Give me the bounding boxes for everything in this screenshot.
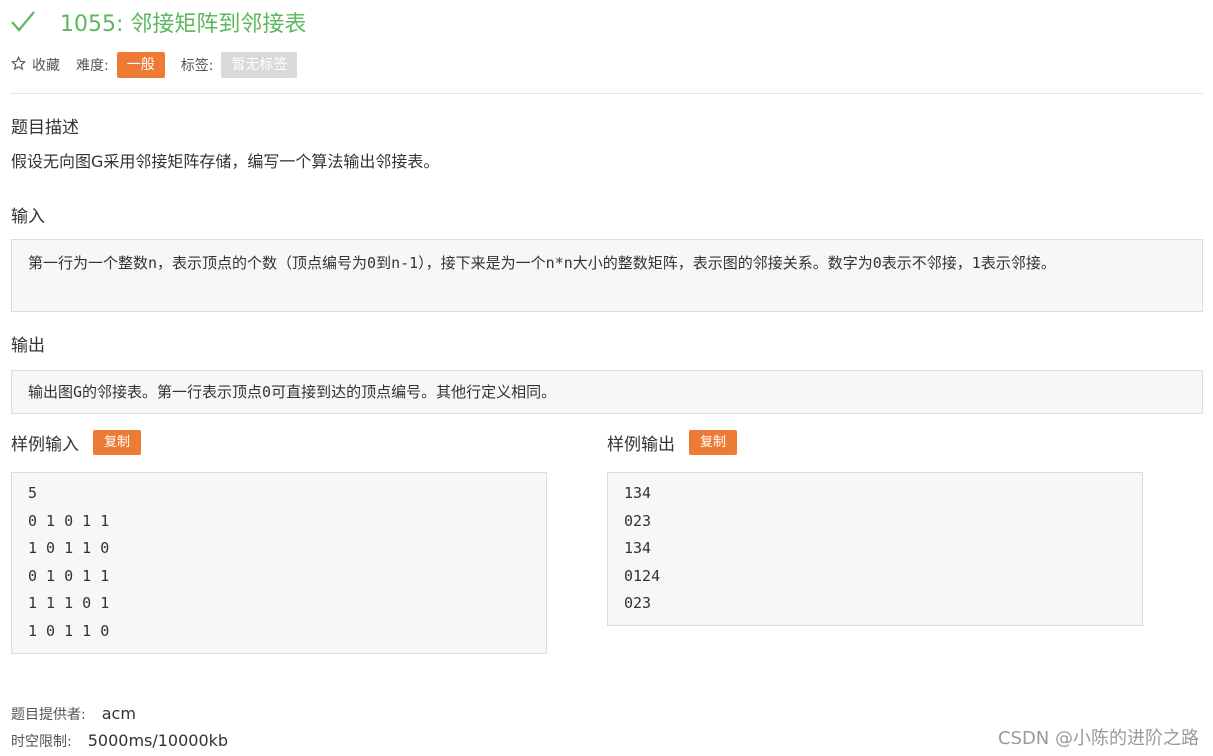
problem-title-row: 1055: 邻接矩阵到邻接表 <box>10 6 306 38</box>
watermark: CSDN @小陈的进阶之路 <box>997 728 1199 749</box>
provider-label: 题目提供者: <box>11 707 86 723</box>
favorite-label: 收藏 <box>32 58 60 74</box>
sample-output-line: 023 <box>624 594 652 612</box>
provider-row: 题目提供者: acm <box>11 704 136 724</box>
input-description-box: 第一行为一个整数n，表示顶点的个数（顶点编号为0到n-1），接下来是为一个n*n… <box>11 239 1203 312</box>
favorite-button[interactable]: 收藏 <box>10 55 60 75</box>
input-heading: 输入 <box>11 207 45 227</box>
output-description-text: 输出图G的邻接表。第一行表示顶点0可直接到达的顶点编号。其他行定义相同。 <box>28 383 557 401</box>
sample-input-box: 5 0 1 0 1 1 1 0 1 1 0 0 1 0 1 1 1 1 1 0 … <box>11 472 547 654</box>
problem-meta: 收藏 难度: 一般 标签: 暂无标签 <box>10 52 298 78</box>
sample-output-heading: 样例输出 <box>607 435 675 455</box>
sample-output-line: 023 <box>624 511 652 530</box>
sample-output-line: 134 <box>624 539 652 557</box>
tags-label: 标签: <box>180 58 214 74</box>
sample-input-line: 0 1 0 1 1 <box>28 511 110 530</box>
difficulty-badge[interactable]: 一般 <box>116 52 165 78</box>
copy-sample-output-button[interactable]: 复制 <box>689 430 738 455</box>
sample-input-line: 5 <box>28 484 38 502</box>
limit-row: 时空限制: 5000ms/10000kb <box>11 731 228 751</box>
provider-value: acm <box>101 704 136 723</box>
description-heading: 题目描述 <box>11 118 79 138</box>
sample-input-line: 0 1 0 1 1 <box>28 566 110 585</box>
description-text: 假设无向图G采用邻接矩阵存储，编写一个算法输出邻接表。 <box>11 152 440 171</box>
problem-title: 1055: 邻接矩阵到邻接表 <box>60 12 307 37</box>
input-description-text: 第一行为一个整数n，表示顶点的个数（顶点编号为0到n-1），接下来是为一个n*n… <box>28 254 1056 272</box>
sample-output-header: 样例输出 复制 <box>607 430 738 455</box>
sample-input-heading: 样例输入 <box>11 435 79 455</box>
sample-input-line: 1 0 1 1 0 <box>28 621 110 640</box>
output-description-box: 输出图G的邻接表。第一行表示顶点0可直接到达的顶点编号。其他行定义相同。 <box>11 370 1203 414</box>
tags-badge: 暂无标签 <box>221 52 298 78</box>
check-icon <box>10 9 36 35</box>
sample-input-line: 1 1 1 0 1 <box>28 594 110 612</box>
sample-output-line: 0124 <box>624 566 661 585</box>
sample-input-line: 1 0 1 1 0 <box>28 539 110 557</box>
difficulty-label: 难度: <box>76 58 109 74</box>
output-heading: 输出 <box>11 336 45 356</box>
copy-sample-input-button[interactable]: 复制 <box>93 430 142 455</box>
divider <box>10 93 1203 94</box>
star-icon <box>10 55 27 75</box>
limit-label: 时空限制: <box>11 734 72 750</box>
sample-input-header: 样例输入 复制 <box>11 430 142 455</box>
sample-output-box: 134 023 134 0124 023 <box>607 472 1143 626</box>
limit-value: 5000ms/10000kb <box>87 731 229 750</box>
sample-output-line: 134 <box>624 484 652 502</box>
